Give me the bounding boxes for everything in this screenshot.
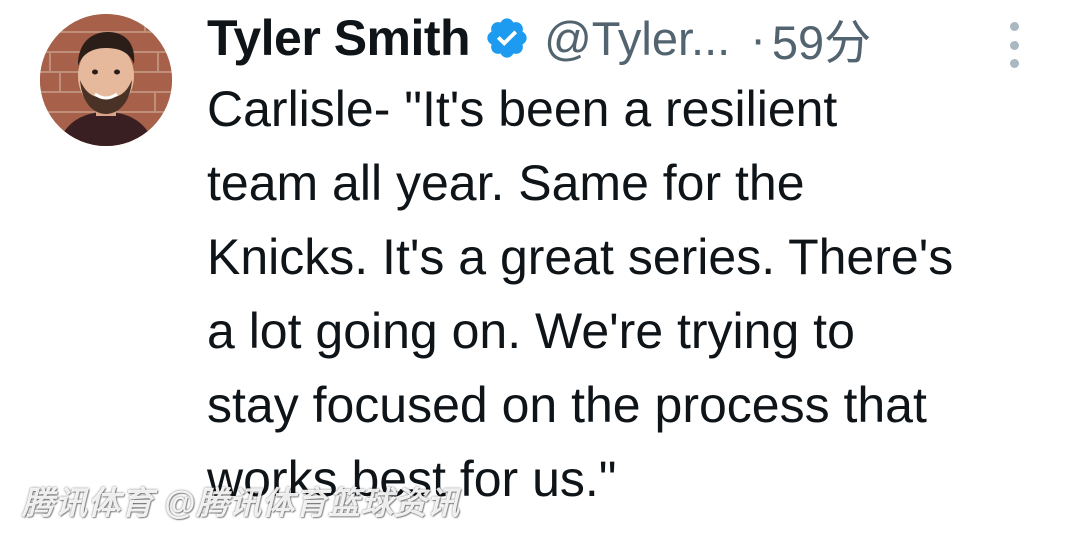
avatar-image (40, 14, 172, 146)
more-options-icon[interactable] (1004, 22, 1024, 68)
verified-badge-icon (484, 15, 530, 61)
watermark: 腾讯体育 @腾讯体育篮球资讯 (22, 485, 461, 521)
avatar[interactable] (40, 14, 172, 146)
tweet-card: Tyler Smith @Tyler... · 59分 Carlisle- "I… (0, 0, 1080, 537)
more-dot (1009, 59, 1019, 68)
tweet-header: Tyler Smith @Tyler... · 59分 (207, 6, 871, 70)
author-name[interactable]: Tyler Smith (207, 9, 471, 67)
separator-dot: · (750, 11, 766, 65)
timestamp[interactable]: 59分 (772, 4, 871, 73)
author-handle[interactable]: @Tyler... (544, 11, 730, 66)
more-dot (1009, 40, 1019, 50)
more-dot (1009, 22, 1019, 31)
tweet-text: Carlisle- "It's been a resilient team al… (207, 81, 954, 507)
